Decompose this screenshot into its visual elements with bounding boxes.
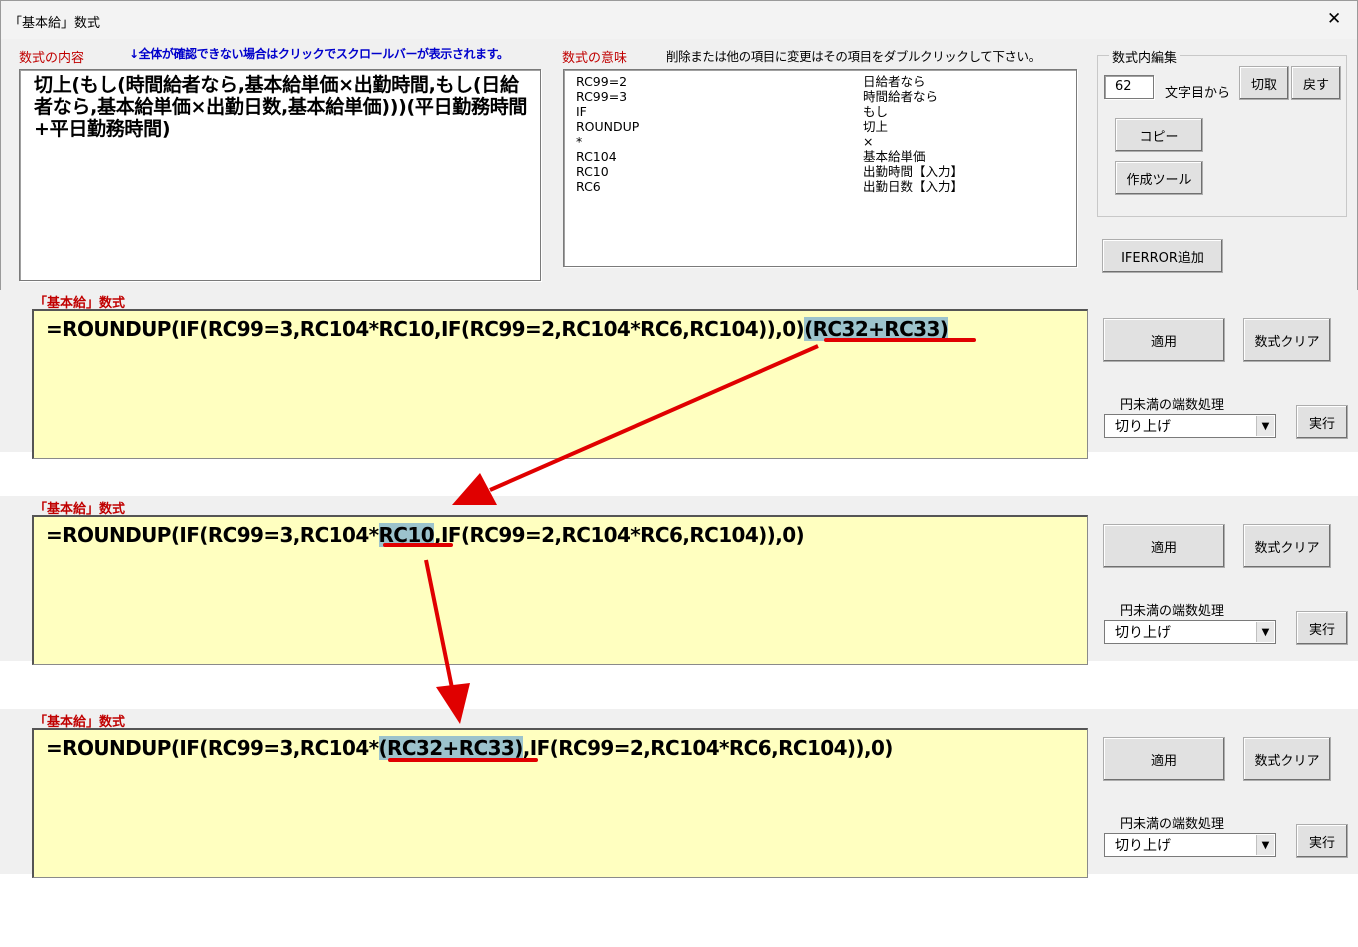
position-suffix: 文字目から (1165, 86, 1231, 101)
meaning-list-item[interactable]: RC10 出勤時間【入力】 (576, 164, 1076, 179)
meaning-text: 出勤時間【入力】 (863, 164, 964, 179)
formula-editor[interactable]: =ROUNDUP(IF(RC99=3,RC104*(RC32+RC33),IF(… (32, 728, 1088, 878)
position-input[interactable]: 62 (1104, 75, 1154, 99)
formula-editor[interactable]: =ROUNDUP(IF(RC99=3,RC104*RC10,IF(RC99=2,… (32, 309, 1088, 459)
undo-button[interactable]: 戻す (1291, 66, 1341, 100)
rounding-value: 切り上げ (1115, 625, 1171, 641)
meaning-list-item[interactable]: * × (576, 134, 1076, 149)
meaning-code: RC6 (576, 179, 601, 194)
formula-clear-button[interactable]: 数式クリア (1243, 524, 1331, 568)
formula-selection: (RC32+RC33) (378, 736, 523, 760)
apply-button[interactable]: 適用 (1103, 524, 1225, 568)
run-button[interactable]: 実行 (1296, 405, 1348, 439)
meaning-list-item[interactable]: RC99=3 時間給者なら (576, 89, 1076, 104)
apply-button[interactable]: 適用 (1103, 318, 1225, 362)
rounding-select[interactable]: 切り上げ ▼ (1104, 414, 1276, 438)
meaning-text: 時間給者なら (863, 89, 939, 104)
meaning-code: RC10 (576, 164, 609, 179)
meaning-hint: 削除または他の項目に変更はその項目をダブルクリックして下さい。 (666, 49, 1041, 64)
formula-clear-button[interactable]: 数式クリア (1243, 737, 1331, 781)
meaning-list[interactable]: RC99=2 日給者なら RC99=3 時間給者なら IF もし ROUNDUP 切上 * × RC… (563, 69, 1077, 267)
formula-text: =ROUNDUP(IF(RC99=3,RC104*(RC32+RC33),IF(… (46, 736, 893, 760)
meaning-text: 基本給単価 (863, 149, 926, 164)
meaning-code: IF (576, 104, 587, 119)
content-label: 数式の内容 (19, 51, 85, 66)
meaning-code: * (576, 134, 583, 149)
chevron-down-icon[interactable]: ▼ (1256, 622, 1274, 642)
meaning-code: RC104 (576, 149, 617, 164)
formula-panel: 「基本給」数式 =ROUNDUP(IF(RC99=3,RC104*RC10,IF(… (0, 290, 1358, 459)
highlight-underline (388, 758, 538, 762)
window-title: 「基本給」数式 (9, 16, 101, 31)
formula-after: ,IF(RC99=2,RC104*RC6,RC104)),0) (434, 523, 805, 547)
title-bar: 「基本給」数式 ✕ (1, 1, 1357, 39)
rounding-select[interactable]: 切り上げ ▼ (1104, 620, 1276, 644)
formula-before: =ROUNDUP(IF(RC99=3,RC104* (46, 736, 379, 760)
meaning-text: 切上 (863, 119, 889, 134)
formula-panel: 「基本給」数式 =ROUNDUP(IF(RC99=3,RC104*(RC32+RC… (0, 709, 1358, 878)
formula-clear-button[interactable]: 数式クリア (1243, 318, 1331, 362)
formula-text: =ROUNDUP(IF(RC99=3,RC104*RC10,IF(RC99=2,… (46, 317, 949, 341)
formula-before: =ROUNDUP(IF(RC99=3,RC104*RC10,IF(RC99=2,… (46, 317, 805, 341)
formula-before: =ROUNDUP(IF(RC99=3,RC104* (46, 523, 379, 547)
rounding-label: 円未満の端数処理 (1120, 398, 1225, 413)
apply-button[interactable]: 適用 (1103, 737, 1225, 781)
meaning-text: 日給者なら (863, 74, 926, 89)
content-textbox[interactable]: 切上(もし(時間給者なら,基本給単価×出勤時間,もし(日給者なら,基本給単価×出… (19, 69, 541, 281)
copy-button[interactable]: コピー (1115, 118, 1203, 152)
meaning-code: ROUNDUP (576, 119, 640, 134)
meaning-list-item[interactable]: RC6 出勤日数【入力】 (576, 179, 1076, 194)
formula-panel: 「基本給」数式 =ROUNDUP(IF(RC99=3,RC104*RC10,IF(… (0, 496, 1358, 665)
meaning-label: 数式の意味 (562, 51, 628, 66)
meaning-list-item[interactable]: ROUNDUP 切上 (576, 119, 1076, 134)
iferror-add-button[interactable]: IFERROR追加 (1102, 239, 1223, 273)
meaning-text: × (863, 134, 874, 149)
close-icon[interactable]: ✕ (1327, 9, 1341, 29)
scroll-hint: ↓全体が確認できない場合はクリックでスクロールバーが表示されます。 (129, 47, 509, 61)
creation-tool-button[interactable]: 作成ツール (1115, 161, 1203, 195)
chevron-down-icon[interactable]: ▼ (1256, 416, 1274, 436)
run-button[interactable]: 実行 (1296, 611, 1348, 645)
rounding-select[interactable]: 切り上げ ▼ (1104, 833, 1276, 857)
meaning-list-item[interactable]: IF もし (576, 104, 1076, 119)
edit-group-legend: 数式内編集 (1109, 47, 1181, 66)
meaning-list-item[interactable]: RC104 基本給単価 (576, 149, 1076, 164)
meaning-list-item[interactable]: RC99=2 日給者なら (576, 74, 1076, 89)
meaning-code: RC99=3 (576, 89, 628, 104)
cut-button[interactable]: 切取 (1239, 66, 1289, 100)
formula-after: ,IF(RC99=2,RC104*RC6,RC104)),0) (522, 736, 894, 760)
meaning-text: もし (863, 104, 889, 119)
content-text: 切上(もし(時間給者なら,基本給単価×出勤時間,もし(日給者なら,基本給単価×出… (34, 74, 528, 140)
meaning-text: 出勤日数【入力】 (863, 179, 964, 194)
chevron-down-icon[interactable]: ▼ (1256, 835, 1274, 855)
highlight-underline (824, 338, 976, 342)
rounding-value: 切り上げ (1115, 838, 1171, 854)
highlight-underline (383, 543, 453, 547)
run-button[interactable]: 実行 (1296, 824, 1348, 858)
meaning-code: RC99=2 (576, 74, 628, 89)
rounding-value: 切り上げ (1115, 419, 1171, 435)
rounding-label: 円未満の端数処理 (1120, 604, 1225, 619)
formula-editor[interactable]: =ROUNDUP(IF(RC99=3,RC104*RC10,IF(RC99=2,… (32, 515, 1088, 665)
rounding-label: 円未満の端数処理 (1120, 817, 1225, 832)
